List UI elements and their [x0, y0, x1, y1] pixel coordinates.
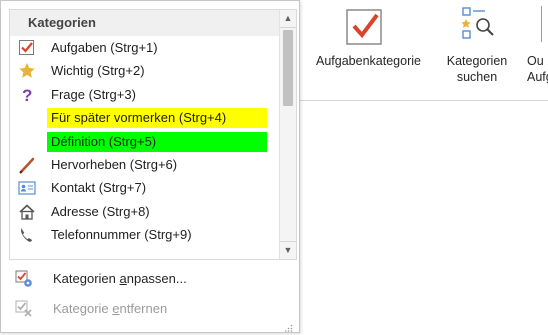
category-label: Für später vormerken (Strg+4): [47, 108, 267, 129]
contact-card-icon: [18, 179, 36, 197]
categories-dropdown: Kategorien Aufgaben (Strg+1) Wichtig (St…: [0, 0, 300, 333]
entfernen-prefix: Kategorie: [53, 301, 113, 316]
category-item-kontakt[interactable]: Kontakt (Strg+7): [10, 176, 280, 199]
cut-off-line2: Aufg: [527, 70, 548, 84]
aufgabenkategorie-button[interactable]: Aufgabenkategorie: [300, 0, 437, 100]
anpassen-suffix: npassen...: [126, 271, 187, 286]
category-item-definition[interactable]: Définition (Strg+5): [10, 130, 280, 153]
aufgabenkategorie-label: Aufgabenkategorie: [316, 54, 421, 68]
kategorien-anpassen-menu-item[interactable]: Kategorien anpassen...: [15, 266, 295, 292]
cut-off-ribbon-button[interactable]: Ou Aufg: [517, 0, 548, 100]
category-item-wichtig[interactable]: Wichtig (Strg+2): [10, 59, 280, 82]
categories-list: Kategorien Aufgaben (Strg+1) Wichtig (St…: [9, 9, 297, 260]
kategorien-anpassen-label: Kategorien anpassen...: [53, 266, 187, 292]
svg-text:?: ?: [22, 86, 32, 104]
highlighter-pen-icon: [18, 156, 36, 174]
category-item-vormerken[interactable]: Für später vormerken (Strg+4): [10, 106, 280, 129]
category-label: Définition (Strg+5): [47, 131, 267, 152]
kategorien-suchen-button[interactable]: Kategorien suchen: [437, 0, 517, 100]
categories-scrollbar[interactable]: ▲ ▼: [279, 10, 296, 259]
checkbox-check-icon: [18, 39, 36, 57]
category-label: Hervorheben (Strg+6): [51, 156, 178, 172]
customize-categories-icon: [15, 270, 33, 297]
kategorie-entfernen-label: Kategorie entfernen: [53, 296, 167, 322]
category-label: Telefonnummer (Strg+9): [51, 227, 192, 243]
find-categories-icon: [461, 6, 496, 50]
category-label: Kontakt (Strg+7): [51, 180, 147, 196]
kategorien-suchen-line1: Kategorien: [446, 54, 508, 68]
category-item-hervorheben[interactable]: Hervorheben (Strg+6): [10, 153, 280, 176]
category-label: Wichtig (Strg+2): [51, 63, 145, 79]
entfernen-suffix: ntfernen: [119, 301, 168, 316]
kategorien-suchen-line2: suchen: [456, 70, 498, 84]
scroll-up-arrow-icon[interactable]: ▲: [280, 10, 296, 28]
category-item-frage[interactable]: ? Frage (Strg+3): [10, 83, 280, 106]
anpassen-prefix: Kategorien: [53, 271, 120, 286]
entfernen-accesskey: e: [112, 301, 120, 316]
resize-grip-icon[interactable]: [285, 320, 293, 332]
anpassen-accesskey: a: [119, 271, 127, 286]
ribbon-separator: [541, 6, 542, 42]
question-mark-icon: ?: [18, 86, 36, 105]
cut-off-line1: Ou: [527, 54, 544, 68]
kategorien-suchen-label: Kategorien suchen: [437, 53, 517, 85]
checkmark-category-icon: [345, 6, 385, 50]
house-icon: [18, 203, 36, 221]
scrollbar-thumb[interactable]: [283, 30, 293, 106]
cut-off-label: Ou Aufg: [517, 53, 548, 85]
category-item-adresse[interactable]: Adresse (Strg+8): [10, 200, 280, 223]
remove-category-icon: [15, 300, 33, 327]
category-label: Frage (Strg+3): [51, 86, 136, 102]
category-item-aufgaben[interactable]: Aufgaben (Strg+1): [10, 36, 280, 59]
phone-icon: [18, 226, 36, 244]
category-label: Aufgaben (Strg+1): [51, 40, 158, 55]
scroll-down-arrow-icon[interactable]: ▼: [280, 241, 296, 259]
categories-items: Aufgaben (Strg+1) Wichtig (Strg+2) ? Fra…: [10, 36, 280, 247]
kategorie-entfernen-menu-item[interactable]: Kategorie entfernen: [15, 296, 295, 322]
category-item-telefonnummer[interactable]: Telefonnummer (Strg+9): [10, 223, 280, 246]
star-icon: [18, 62, 36, 80]
category-label: Adresse (Strg+8): [51, 203, 150, 219]
categories-header: Kategorien: [10, 10, 280, 36]
